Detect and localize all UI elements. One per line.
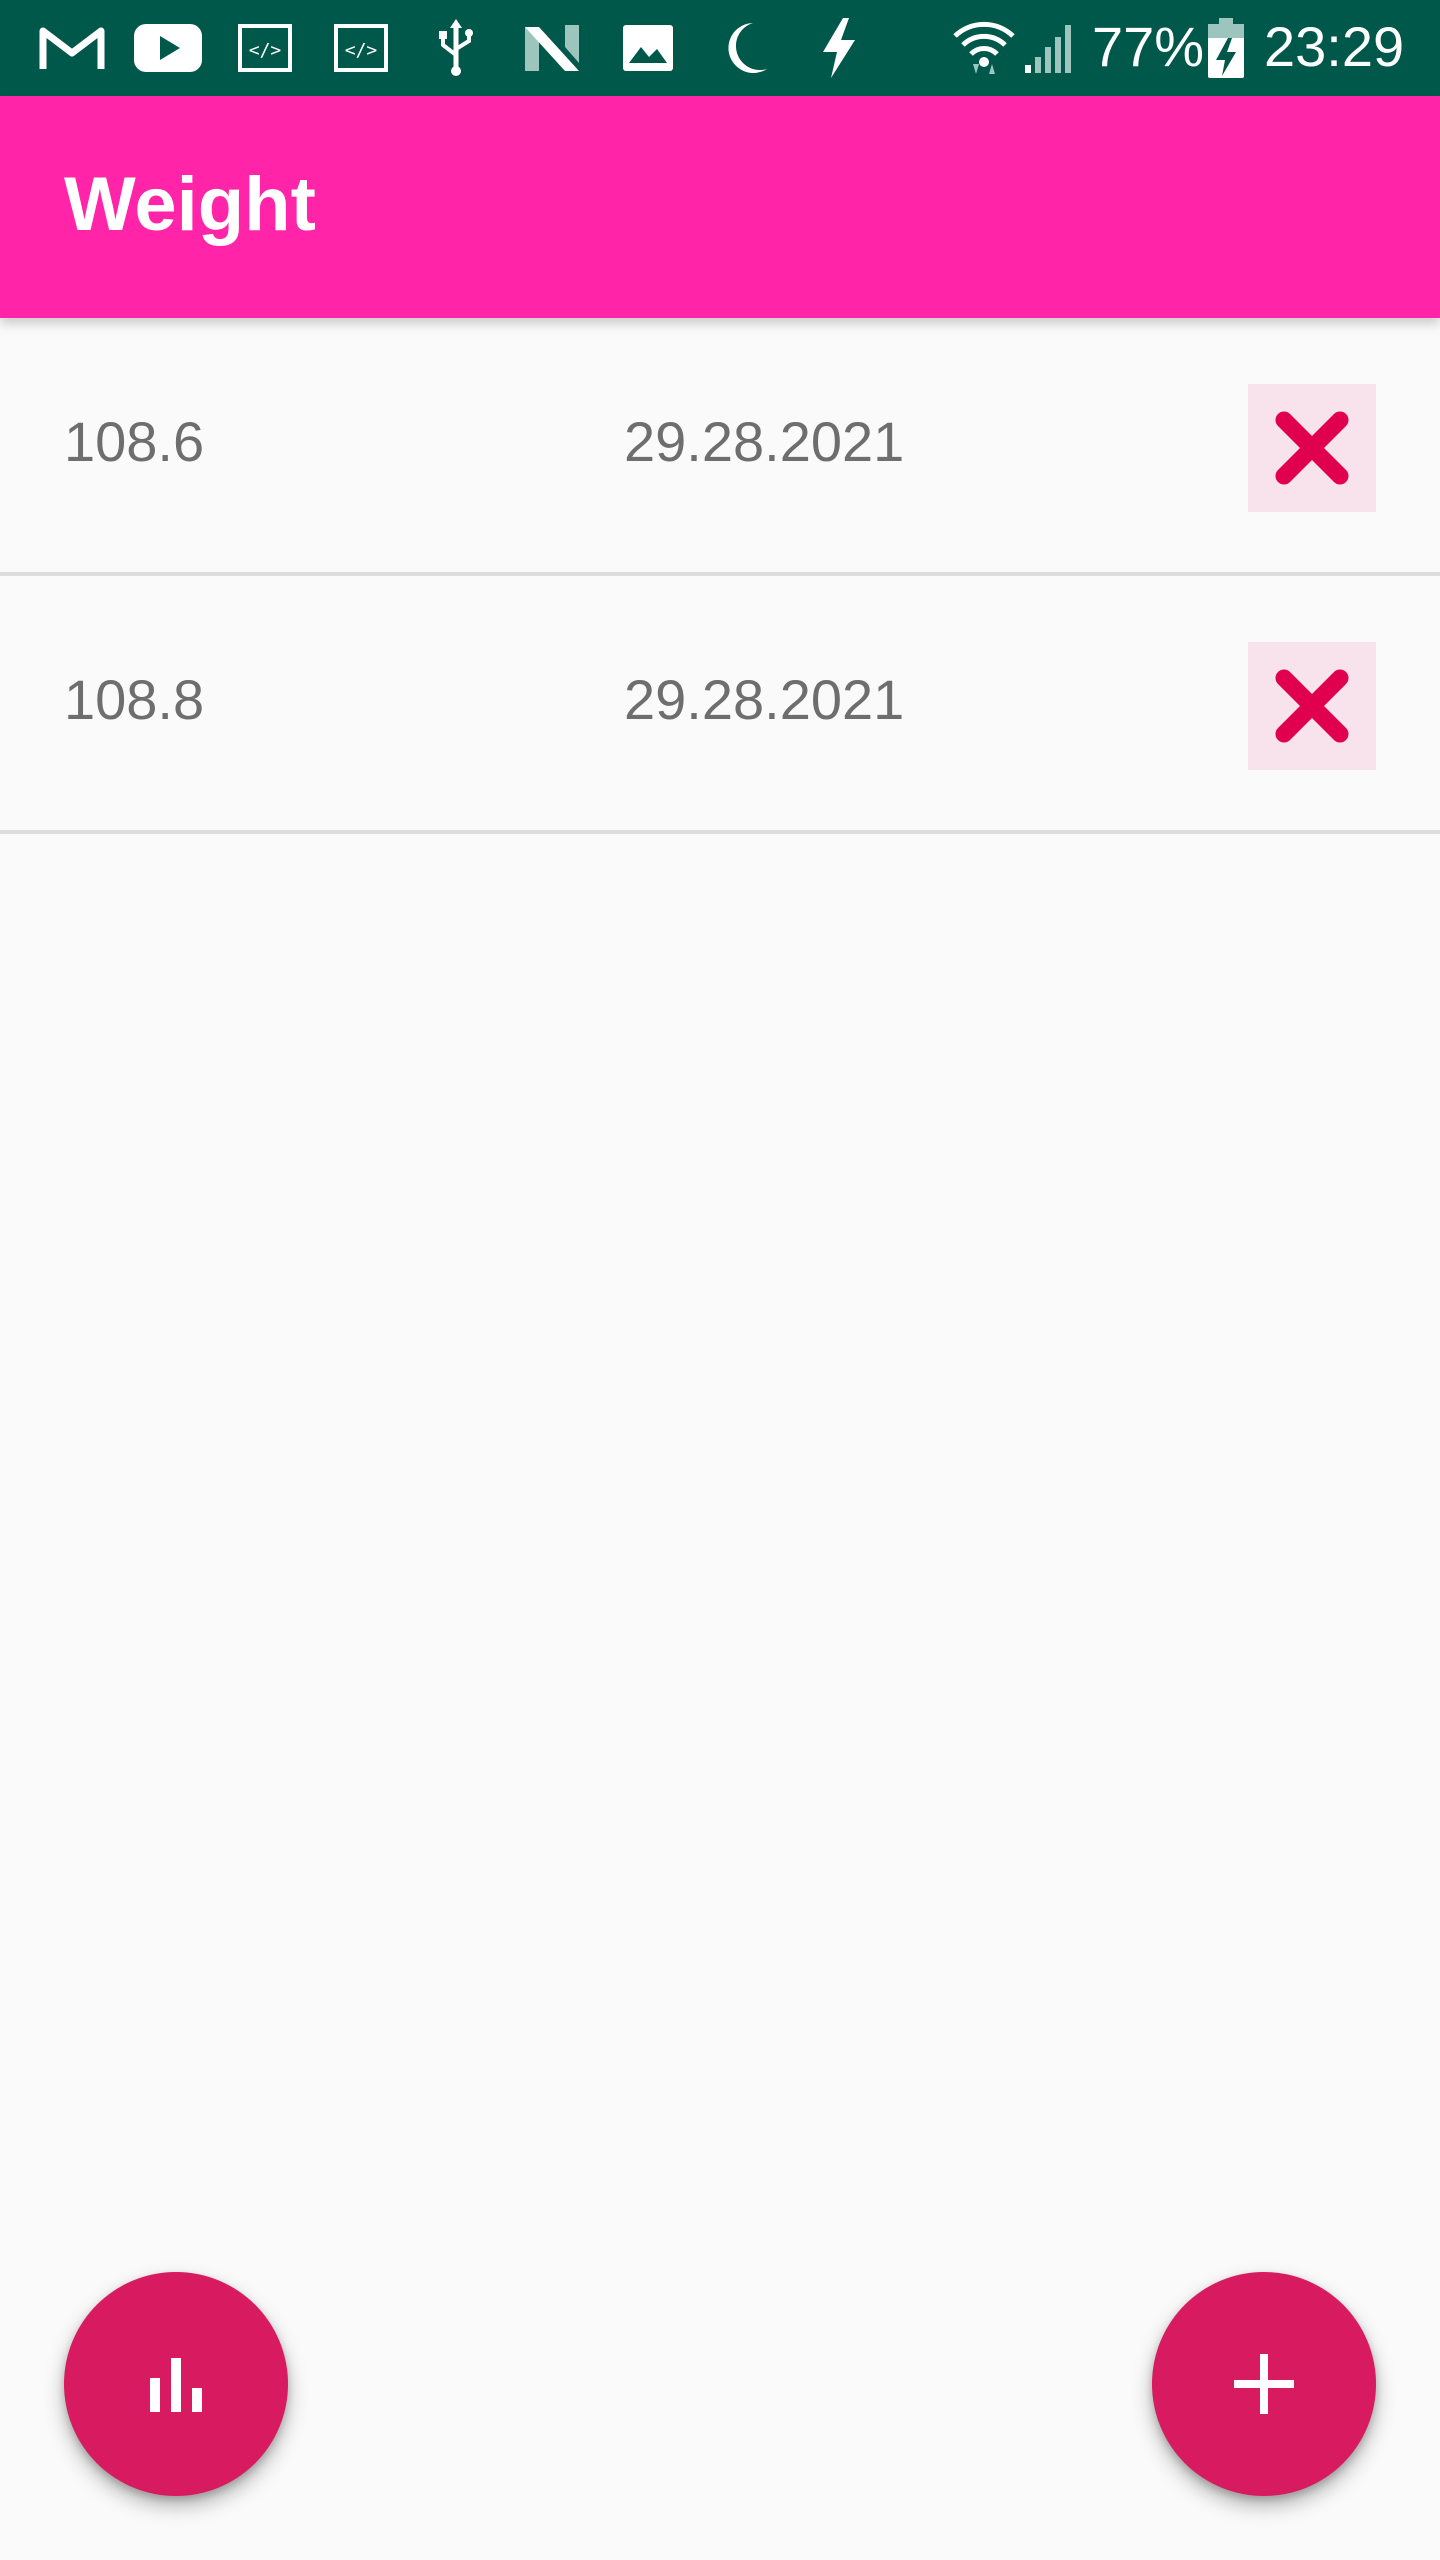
code-icon: </> [330,18,392,78]
list-item: 108.8 29.28.2021 [0,576,1440,834]
entry-date: 29.28.2021 [624,410,905,473]
signal-icon [1020,18,1076,78]
flash-icon [814,18,864,78]
image-icon [618,18,678,78]
gmail-icon [36,18,108,78]
wifi-icon [952,18,1016,78]
weight-value: 108.6 [64,410,205,473]
battery-charging-icon [1206,18,1246,78]
status-bar: </> </> 77% 23:29 [0,0,1440,96]
usb-icon [428,18,484,78]
n-icon [522,18,582,78]
moon-icon [718,18,774,78]
delete-button[interactable] [1248,642,1376,770]
youtube-icon [132,18,204,78]
svg-text:</>: </> [249,40,282,61]
battery-percentage: 77% [1092,15,1205,78]
bar-chart-icon [150,2358,202,2412]
plus-icon [1234,2354,1294,2414]
delete-button[interactable] [1248,384,1376,512]
clock: 23:29 [1264,15,1405,78]
chart-button[interactable] [64,2272,288,2496]
add-entry-button[interactable] [1152,2272,1376,2496]
svg-text:</>: </> [345,40,378,61]
close-icon [1275,669,1349,743]
code-icon: </> [234,18,296,78]
weight-value: 108.8 [64,668,205,731]
close-icon [1275,411,1349,485]
page-title: Weight [64,162,316,247]
weight-list: 108.6 29.28.2021 108.8 29.28.2021 [0,318,1440,834]
app-bar: Weight [0,96,1440,318]
entry-date: 29.28.2021 [624,668,905,731]
screen: </> </> 77% 23:29 Weight 108.6 29.28.202… [0,0,1440,2560]
list-item: 108.6 29.28.2021 [0,318,1440,576]
